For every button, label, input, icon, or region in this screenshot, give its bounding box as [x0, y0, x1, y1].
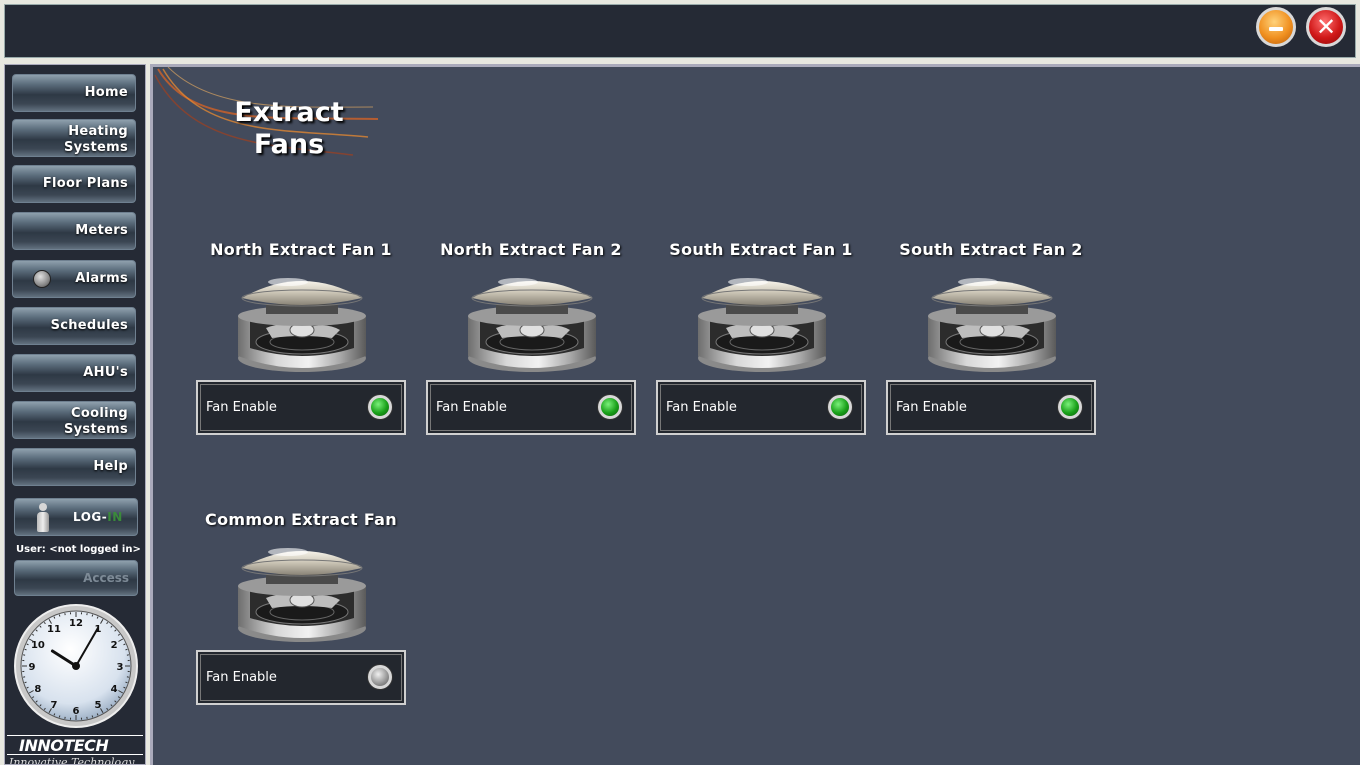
clock-tick — [24, 648, 27, 651]
user-status-text: User: <not logged in> — [16, 544, 141, 555]
extract-fan-icon — [927, 277, 1057, 373]
analog-clock: 123456789101112 — [14, 604, 138, 728]
fan-status-indicator-icon — [368, 665, 392, 689]
fan-enable-label: Fan Enable — [206, 670, 277, 685]
access-button[interactable]: Access — [14, 560, 138, 596]
fan-status-indicator-icon — [1058, 395, 1082, 419]
page-title-line1: Extract — [234, 97, 344, 128]
fan-enable-label: Fan Enable — [436, 400, 507, 415]
fan-enable-label: Fan Enable — [666, 400, 737, 415]
login-label: LOG-IN — [73, 510, 123, 524]
clock-tick — [58, 614, 61, 617]
nav-cooling-label-line2: Systems — [64, 422, 128, 437]
clock-number: 11 — [47, 624, 61, 635]
page-title: Extract Fans — [219, 97, 359, 161]
clock-tick — [24, 681, 27, 684]
fan-title: North Extract Fan 2 — [440, 240, 622, 259]
clock-tick — [125, 681, 128, 684]
fan-card-south-2: South Extract Fan 2 Fan Enable — [886, 240, 1096, 440]
fan-title: South Extract Fan 2 — [899, 240, 1083, 259]
clock-number: 9 — [29, 662, 36, 673]
fan-enable-panel[interactable]: Fan Enable — [196, 380, 406, 435]
close-icon: ✕ — [1315, 13, 1337, 41]
extract-fan-icon — [697, 277, 827, 373]
fan-status-indicator-icon — [368, 395, 392, 419]
sidebar: Home Heating Systems Floor Plans Meters … — [4, 64, 146, 765]
nav-meters-button[interactable]: Meters — [12, 212, 136, 250]
clock-number: 3 — [117, 662, 124, 673]
fan-card-north-1: North Extract Fan 1 Fan Enable — [196, 240, 406, 440]
nav-schedules-label: Schedules — [50, 318, 128, 333]
innotech-logo: INNOTECH Innovative Technology — [5, 735, 145, 765]
clock-number: 12 — [69, 618, 83, 629]
fan-enable-panel[interactable]: Fan Enable — [426, 380, 636, 435]
main-panel: Extract Fans North Extract Fan 1 Fan Ena… — [150, 64, 1360, 765]
logo-brand: INNOTECH — [19, 736, 109, 755]
nav-cooling-systems-button[interactable]: Cooling Systems — [12, 401, 136, 439]
nav-heating-systems-button[interactable]: Heating Systems — [12, 119, 136, 157]
clock-tick — [91, 614, 94, 617]
nav-help-label: Help — [93, 459, 128, 474]
nav-heating-label-line1: Heating — [68, 124, 128, 139]
minimize-icon — [1269, 27, 1283, 31]
nav-floor-plans-button[interactable]: Floor Plans — [12, 165, 136, 203]
fan-card-south-1: South Extract Fan 1 Fan Enable — [656, 240, 866, 440]
clock-number: 4 — [111, 684, 118, 695]
fan-status-indicator-icon — [598, 395, 622, 419]
fan-card-north-2: North Extract Fan 2 Fan Enable — [426, 240, 636, 440]
clock-number: 2 — [111, 640, 118, 651]
nav-home-button[interactable]: Home — [12, 74, 136, 112]
nav-floor-plans-label: Floor Plans — [42, 176, 128, 191]
nav-alarms-button[interactable]: Alarms — [12, 260, 136, 298]
nav-ahus-button[interactable]: AHU's — [12, 354, 136, 392]
user-icon — [37, 503, 49, 532]
close-button[interactable]: ✕ — [1306, 7, 1346, 47]
clock-tick — [58, 715, 61, 718]
fan-enable-panel[interactable]: Fan Enable — [656, 380, 866, 435]
clock-tick — [125, 648, 128, 651]
nav-help-button[interactable]: Help — [12, 448, 136, 486]
extract-fan-icon — [237, 547, 367, 643]
nav-heating-label-line2: Systems — [64, 140, 128, 155]
nav-ahus-label: AHU's — [83, 365, 128, 380]
extract-fan-icon — [467, 277, 597, 373]
clock-number: 5 — [95, 700, 102, 711]
fan-enable-panel[interactable]: Fan Enable — [886, 380, 1096, 435]
clock-number: 7 — [51, 700, 58, 711]
logo-tagline: Innovative Technology — [9, 756, 135, 765]
fan-enable-label: Fan Enable — [206, 400, 277, 415]
fan-enable-panel[interactable]: Fan Enable — [196, 650, 406, 705]
extract-fan-icon — [237, 277, 367, 373]
fan-status-indicator-icon — [828, 395, 852, 419]
alarm-indicator-icon — [33, 270, 51, 288]
nav-home-label: Home — [84, 85, 128, 100]
fan-title: South Extract Fan 1 — [669, 240, 853, 259]
minimize-button[interactable] — [1256, 7, 1296, 47]
fan-enable-label: Fan Enable — [896, 400, 967, 415]
page-title-line2: Fans — [253, 129, 325, 160]
login-button[interactable]: LOG-IN — [14, 498, 138, 536]
nav-meters-label: Meters — [75, 223, 128, 238]
fan-title: Common Extract Fan — [205, 510, 397, 529]
fan-title: North Extract Fan 1 — [210, 240, 392, 259]
fan-card-common: Common Extract Fan Fan Enable — [196, 510, 406, 710]
nav-schedules-button[interactable]: Schedules — [12, 307, 136, 345]
title-bar — [4, 4, 1356, 58]
nav-cooling-label-line1: Cooling — [71, 406, 128, 421]
clock-tick — [91, 715, 94, 718]
clock-number: 8 — [34, 684, 41, 695]
nav-alarms-label: Alarms — [75, 271, 128, 286]
